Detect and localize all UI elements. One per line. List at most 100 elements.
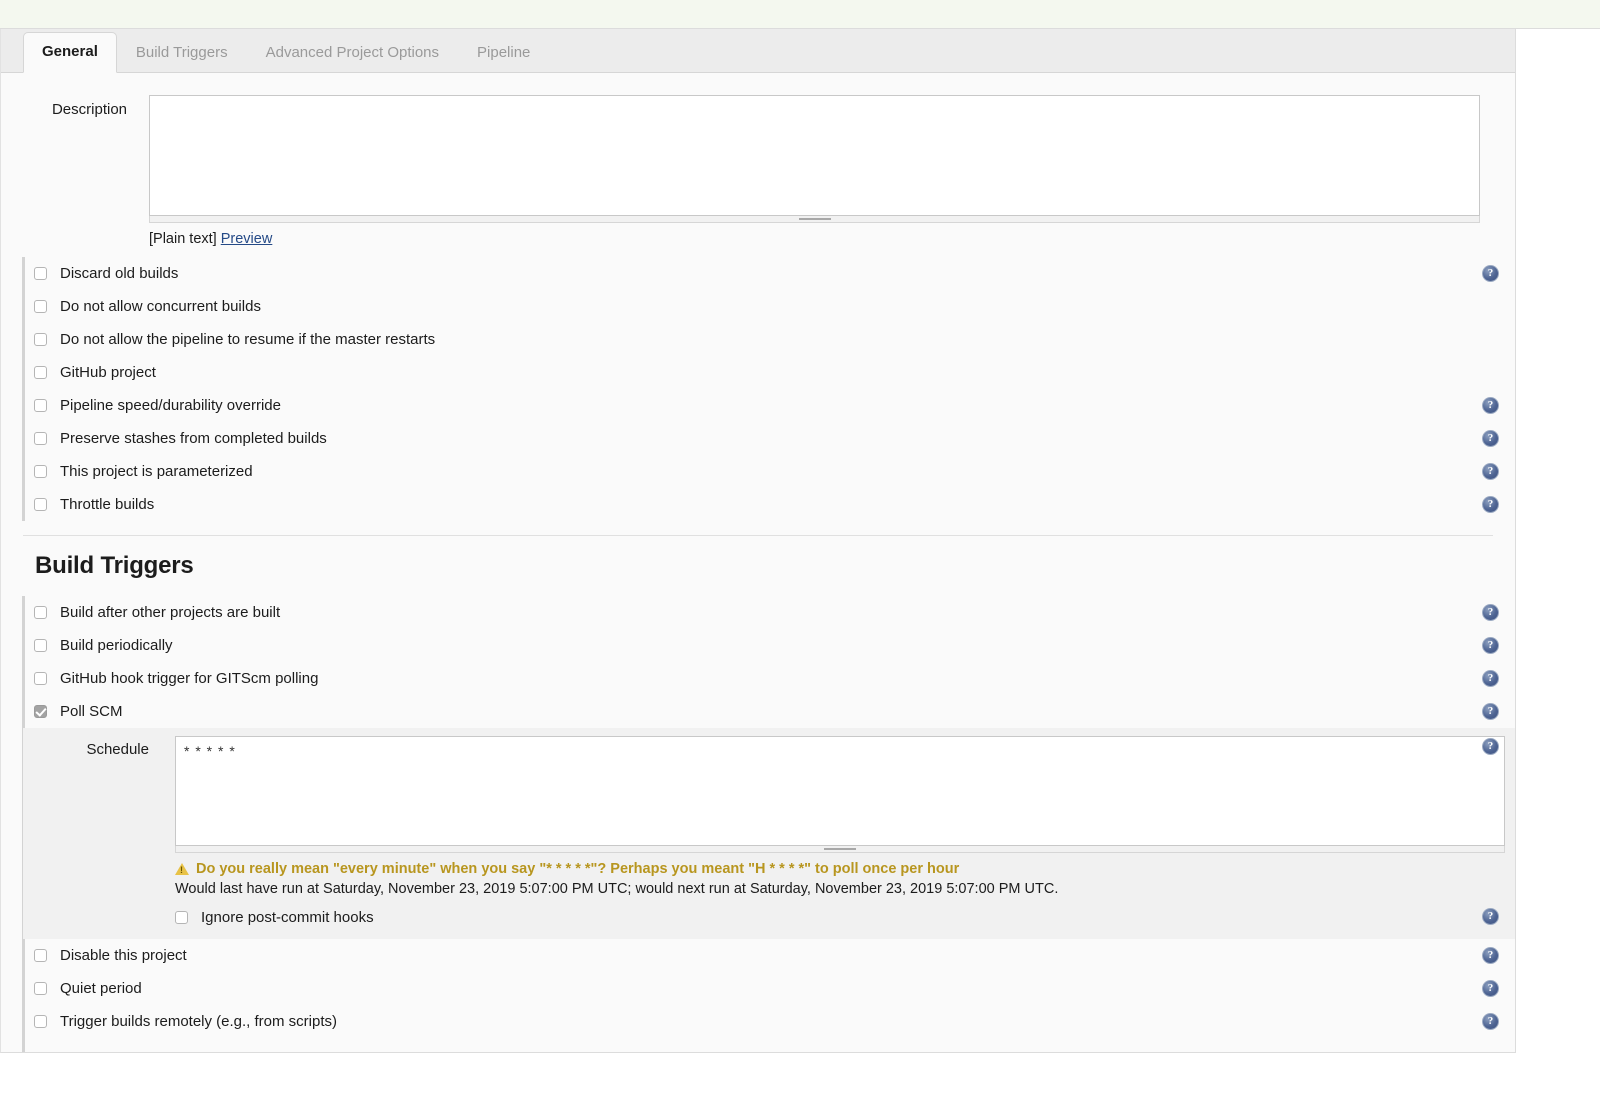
checkbox-disable-this-project[interactable]: [34, 949, 47, 962]
schedule-label: Schedule: [86, 741, 149, 758]
checkbox-github-project[interactable]: [34, 366, 47, 379]
help-icon-glyph: ?: [1487, 982, 1494, 994]
build-triggers-block: Build after other projects are built? Bui…: [1, 596, 1515, 728]
help-icon[interactable]: ?: [1482, 463, 1499, 480]
help-icon[interactable]: ?: [1482, 703, 1499, 720]
option-label[interactable]: Poll SCM: [60, 703, 123, 720]
option-row: Preserve stashes from completed builds?: [23, 422, 1515, 455]
option-label[interactable]: GitHub hook trigger for GITScm polling: [60, 670, 318, 687]
tab-advanced-project-options[interactable]: Advanced Project Options: [247, 33, 458, 73]
schedule-row: Schedule: [23, 736, 1515, 853]
config-tab-bar: General Build Triggers Advanced Project Op…: [1, 29, 1515, 73]
schedule-panel: ? Schedule Do you really mean "every min…: [23, 728, 1515, 939]
description-field-wrap: [Plain text] Preview: [149, 95, 1480, 247]
checkbox-quiet-period[interactable]: [34, 982, 47, 995]
help-icon[interactable]: ?: [1482, 496, 1499, 513]
help-icon-glyph: ?: [1487, 606, 1494, 618]
option-label[interactable]: Preserve stashes from completed builds: [60, 430, 327, 447]
help-icon[interactable]: ?: [1482, 637, 1499, 654]
option-label[interactable]: Do not allow the pipeline to resume if t…: [60, 331, 435, 348]
option-row: GitHub hook trigger for GITScm polling?: [23, 662, 1515, 695]
config-form-body: Description [Plain text] Preview Discard…: [1, 73, 1515, 1052]
schedule-field-wrap: [175, 736, 1505, 853]
checkbox-poll-scm[interactable]: [34, 705, 47, 718]
checkbox-discard-old-builds[interactable]: [34, 267, 47, 280]
help-icon-glyph: ?: [1487, 267, 1494, 279]
option-row: Quiet period?: [23, 972, 1515, 1005]
help-icon-glyph: ?: [1487, 910, 1494, 922]
help-icon-glyph: ?: [1487, 740, 1494, 752]
schedule-block: ? Schedule Do you really mean "every min…: [1, 728, 1515, 939]
option-row: Throttle builds?: [23, 488, 1515, 521]
option-label[interactable]: Build after other projects are built: [60, 604, 280, 621]
plain-text-label: [Plain text]: [149, 231, 217, 247]
help-icon-glyph: ?: [1487, 639, 1494, 651]
help-icon-glyph: ?: [1487, 705, 1494, 717]
help-icon[interactable]: ?: [1482, 430, 1499, 447]
option-row: Do not allow concurrent builds: [23, 290, 1515, 323]
checkbox-this-project-is-parameterized[interactable]: [34, 465, 47, 478]
description-input[interactable]: [149, 95, 1480, 216]
checkbox-pipeline-speed-durability-override[interactable]: [34, 399, 47, 412]
option-row: Trigger builds remotely (e.g., from scri…: [23, 1005, 1515, 1038]
checkbox-build-periodically[interactable]: [34, 639, 47, 652]
schedule-warning: Do you really mean "every minute" when y…: [23, 853, 1515, 877]
checkbox-do-not-allow-the-pipeline-to-resume-if-the-master-restarts[interactable]: [34, 333, 47, 346]
help-icon-glyph: ?: [1487, 949, 1494, 961]
option-row: Do not allow the pipeline to resume if t…: [23, 323, 1515, 356]
help-icon[interactable]: ?: [1482, 980, 1499, 997]
description-resize-grip[interactable]: [149, 216, 1480, 223]
help-icon-glyph: ?: [1487, 498, 1494, 510]
schedule-next-run-text: Would last have run at Saturday, Novembe…: [175, 881, 1059, 897]
ignore-post-commit-hooks-label[interactable]: Ignore post-commit hooks: [201, 909, 374, 926]
help-icon[interactable]: ?: [1482, 604, 1499, 621]
description-markup-row: [Plain text] Preview: [149, 223, 1480, 247]
help-icon-glyph: ?: [1487, 465, 1494, 477]
option-label[interactable]: Throttle builds: [60, 496, 154, 513]
checkbox-do-not-allow-concurrent-builds[interactable]: [34, 300, 47, 313]
option-label[interactable]: Pipeline speed/durability override: [60, 397, 281, 414]
checkbox-throttle-builds[interactable]: [34, 498, 47, 511]
help-icon[interactable]: ?: [1482, 947, 1499, 964]
help-icon-glyph: ?: [1487, 672, 1494, 684]
option-label[interactable]: GitHub project: [60, 364, 156, 381]
help-icon[interactable]: ?: [1482, 738, 1499, 755]
schedule-warning-text: Do you really mean "every minute" when y…: [196, 861, 960, 877]
option-label[interactable]: Do not allow concurrent builds: [60, 298, 261, 315]
option-label[interactable]: Quiet period: [60, 980, 142, 997]
checkbox-build-after-other-projects-are-built[interactable]: [34, 606, 47, 619]
option-label[interactable]: Build periodically: [60, 637, 173, 654]
option-row: Poll SCM?: [23, 695, 1515, 728]
option-label[interactable]: This project is parameterized: [60, 463, 253, 480]
tab-build-triggers[interactable]: Build Triggers: [117, 33, 247, 73]
checkbox-preserve-stashes-from-completed-builds[interactable]: [34, 432, 47, 445]
tab-general[interactable]: General: [23, 32, 117, 73]
option-label[interactable]: Discard old builds: [60, 265, 178, 282]
option-row: GitHub project: [23, 356, 1515, 389]
schedule-resize-grip[interactable]: [175, 846, 1505, 853]
description-preview-link[interactable]: Preview: [221, 231, 273, 247]
option-label[interactable]: Trigger builds remotely (e.g., from scri…: [60, 1013, 337, 1030]
schedule-input[interactable]: [175, 736, 1505, 846]
ignore-hooks-row: Ignore post-commit hooks ?: [23, 897, 1515, 939]
help-icon-glyph: ?: [1487, 1015, 1494, 1027]
help-icon[interactable]: ?: [1482, 670, 1499, 687]
checkbox-trigger-builds-remotely-e-g-from-scripts[interactable]: [34, 1015, 47, 1028]
checkbox-github-hook-trigger-for-gitscm-polling[interactable]: [34, 672, 47, 685]
option-row: Build after other projects are built?: [23, 596, 1515, 629]
option-row: Disable this project?: [23, 939, 1515, 972]
option-row: Discard old builds?: [23, 257, 1515, 290]
top-status-strip: [0, 0, 1600, 29]
tab-pipeline[interactable]: Pipeline: [458, 33, 549, 73]
general-options-block: Discard old builds? Do not allow concurre…: [1, 257, 1515, 521]
help-icon[interactable]: ?: [1482, 397, 1499, 414]
option-row: This project is parameterized?: [23, 455, 1515, 488]
ignore-post-commit-hooks-checkbox[interactable]: [175, 911, 188, 924]
help-icon[interactable]: ?: [1482, 1013, 1499, 1030]
help-icon-glyph: ?: [1487, 432, 1494, 444]
job-config-panel: General Build Triggers Advanced Project Op…: [0, 29, 1516, 1053]
option-label[interactable]: Disable this project: [60, 947, 187, 964]
help-icon[interactable]: ?: [1482, 265, 1499, 282]
help-icon[interactable]: ?: [1482, 908, 1499, 925]
warning-triangle-icon: [175, 863, 189, 875]
